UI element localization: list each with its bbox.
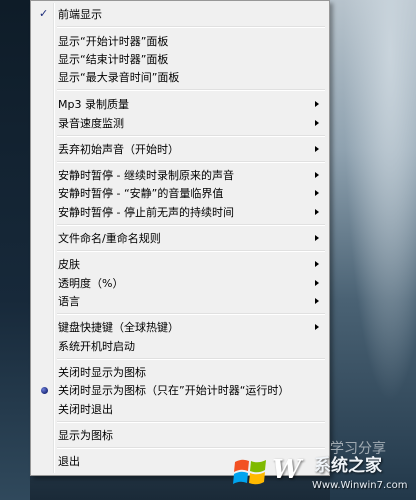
menu-item-keyboard-shortcuts[interactable]: 键盘快捷键（全球热键） <box>33 319 327 336</box>
menu-separator <box>57 135 325 137</box>
windows-flag-icon <box>233 459 266 485</box>
menu-item-label: 文件命名/重命名规则 <box>58 232 161 245</box>
menu-item-always-on-top[interactable]: ✓ 前端显示 <box>33 6 327 23</box>
menu-item-label: 显示“最大录音时间”面板 <box>58 71 180 84</box>
menu-separator <box>57 421 325 423</box>
menu-item-label: 语言 <box>58 295 80 308</box>
menu-item-label: 关闭时显示为图标（只在”开始计时器“运行时） <box>58 384 290 397</box>
menu-item-silence-duration[interactable]: 安静时暂停 - 停止前无声的持续时间 <box>33 204 327 221</box>
menu-item-silence-pause-continue[interactable]: 安静时暂停 - 继续时录制原来的声音 <box>33 167 327 184</box>
site-watermark-logo: W 系统之家 Www.Winwin7.com <box>232 450 416 500</box>
menu-item-label: 安静时暂停 - 继续时录制原来的声音 <box>58 169 234 182</box>
submenu-arrow-icon <box>315 101 319 107</box>
menu-item-label: 显示“开始计时器”面板 <box>58 35 169 48</box>
menu-item-close-to-icon[interactable]: 关闭时显示为图标 <box>33 364 327 381</box>
menu-item-label: 录音速度监测 <box>58 117 124 130</box>
submenu-arrow-icon <box>315 235 319 241</box>
menu-separator <box>57 358 325 360</box>
menu-item-transparency[interactable]: 透明度（%） <box>33 275 327 292</box>
submenu-arrow-icon <box>315 190 319 196</box>
menu-item-show-start-timer-panel[interactable]: 显示“开始计时器”面板 <box>33 33 327 50</box>
menu-item-discard-initial-sound[interactable]: 丢弃初始声音（开始时） <box>33 141 327 158</box>
menu-item-close-and-exit[interactable]: 关闭时退出 <box>33 401 327 418</box>
menu-item-close-to-icon-when-timer-running[interactable]: 关闭时显示为图标（只在”开始计时器“运行时） <box>33 382 327 399</box>
menu-item-label: 显示为图标 <box>58 429 113 442</box>
menu-separator <box>57 313 325 315</box>
menu-separator <box>57 224 325 226</box>
watermark-brand-letter: W <box>272 455 302 485</box>
menu-item-show-max-record-time-panel[interactable]: 显示“最大录音时间”面板 <box>33 69 327 86</box>
menu-item-mp3-quality[interactable]: Mp3 录制质量 <box>33 96 327 113</box>
submenu-arrow-icon <box>315 324 319 330</box>
watermark-site-name: 系统之家 <box>314 456 382 476</box>
menu-item-start-on-boot[interactable]: 系统开机时启动 <box>33 338 327 355</box>
menu-item-label: 系统开机时启动 <box>58 340 135 353</box>
menu-item-file-naming-rules[interactable]: 文件命名/重命名规则 <box>33 230 327 247</box>
menu-item-label: 皮肤 <box>58 258 80 271</box>
desktop-background-right <box>330 0 416 500</box>
menu-item-show-stop-timer-panel[interactable]: 显示“结束计时器”面板 <box>33 51 327 68</box>
menu-item-label: 退出 <box>58 455 80 468</box>
menu-item-label: 安静时暂停 - “安静”的音量临界值 <box>58 187 224 200</box>
submenu-arrow-icon <box>315 146 319 152</box>
submenu-arrow-icon <box>315 261 319 267</box>
submenu-arrow-icon <box>315 172 319 178</box>
menu-separator <box>57 447 325 449</box>
menu-item-label: 显示“结束计时器”面板 <box>58 53 169 66</box>
menu-item-label: 透明度（%） <box>58 277 124 290</box>
menu-item-label: 关闭时显示为图标 <box>58 366 146 379</box>
context-menu: ✓ 前端显示 显示“开始计时器”面板 显示“结束计时器”面板 显示“最大录音时间… <box>30 0 330 476</box>
radio-selected-icon <box>41 387 48 394</box>
menu-separator <box>57 250 325 252</box>
watermark-url: Www.Winwin7.com <box>312 480 408 491</box>
submenu-arrow-icon <box>315 280 319 286</box>
menu-item-label: Mp3 录制质量 <box>58 98 129 111</box>
menu-item-label: 键盘快捷键（全球热键） <box>58 321 179 334</box>
menu-item-label: 丢弃初始声音（开始时） <box>58 143 179 156</box>
menu-item-skin[interactable]: 皮肤 <box>33 256 327 273</box>
menu-item-silence-threshold[interactable]: 安静时暂停 - “安静”的音量临界值 <box>33 185 327 202</box>
menu-item-label: 关闭时退出 <box>58 403 113 416</box>
menu-item-record-speed-monitor[interactable]: 录音速度监测 <box>33 115 327 132</box>
submenu-arrow-icon <box>315 298 319 304</box>
menu-item-label: 前端显示 <box>58 8 102 21</box>
desktop-background-left <box>0 0 30 500</box>
menu-item-label: 安静时暂停 - 停止前无声的持续时间 <box>58 206 234 219</box>
menu-separator <box>57 89 325 91</box>
submenu-arrow-icon <box>315 209 319 215</box>
checkmark-icon: ✓ <box>39 7 49 20</box>
submenu-arrow-icon <box>315 120 319 126</box>
menu-item-language[interactable]: 语言 <box>33 293 327 310</box>
menu-item-show-as-icon[interactable]: 显示为图标 <box>33 427 327 444</box>
menu-separator <box>57 161 325 163</box>
menu-separator <box>57 26 325 28</box>
